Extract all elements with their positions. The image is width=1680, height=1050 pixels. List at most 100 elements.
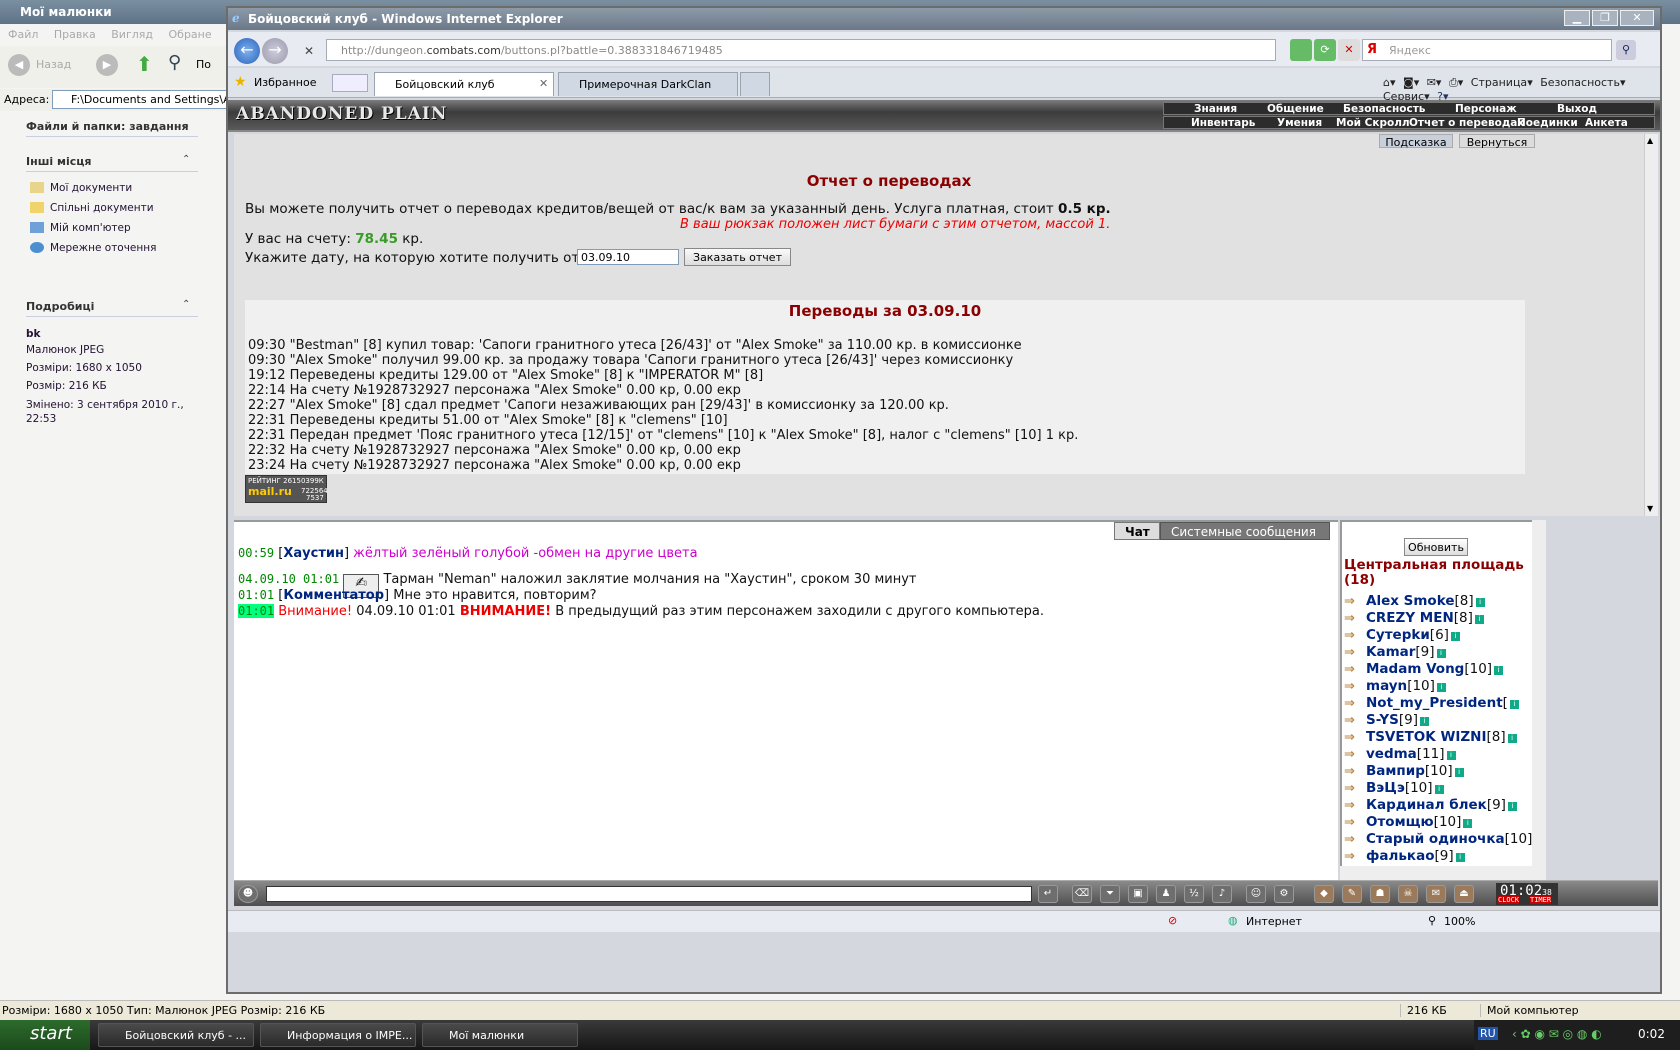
save-icon[interactable]: ▣ <box>1128 885 1148 903</box>
menu-my-scroll[interactable]: Мой Скролл <box>1336 117 1410 129</box>
info-icon[interactable]: i <box>1494 666 1504 675</box>
exit-icon[interactable]: ⏏ <box>1454 885 1474 903</box>
refresh-icon[interactable]: ⟳ <box>1314 39 1336 61</box>
date-input[interactable]: 03.09.10 <box>577 249 679 265</box>
sound-icon[interactable]: ♪ <box>1212 885 1232 903</box>
smiley-head-icon[interactable]: ☻ <box>238 885 258 903</box>
search-icon[interactable]: ⚲ <box>168 52 181 73</box>
explorer-menu-file[interactable]: Файл <box>8 28 38 41</box>
online-user[interactable]: ⇒ mayn[10] i <box>1344 678 1446 694</box>
address-input[interactable]: http://dungeon.combats.com/buttons.pl?ba… <box>326 39 1276 61</box>
menu-safety[interactable]: Безопасность <box>1540 76 1620 89</box>
back-button[interactable]: Вернуться <box>1459 134 1535 149</box>
private-message-icon[interactable]: ⇒ <box>1344 713 1366 728</box>
menu-knowledge[interactable]: Знания <box>1194 103 1237 115</box>
scroll-down-icon[interactable]: ▼ <box>1647 504 1653 513</box>
menu-social[interactable]: Общение <box>1267 103 1324 115</box>
forward-icon[interactable]: ▶ <box>96 54 118 76</box>
tray-clock[interactable]: 0:02 <box>1638 1027 1665 1041</box>
print-icon[interactable]: ⎙▾ <box>1449 76 1463 89</box>
refresh-button[interactable]: Обновить <box>1404 538 1468 556</box>
send-icon[interactable]: ↵ <box>1038 885 1058 903</box>
user-nick[interactable]: Cyтерkи <box>1366 627 1430 643</box>
info-icon[interactable]: i <box>1455 853 1465 862</box>
start-button[interactable]: start <box>0 1020 90 1050</box>
online-user[interactable]: ⇒ Not_my_President[i <box>1344 695 1519 711</box>
new-tab-button[interactable] <box>740 72 770 96</box>
info-icon[interactable]: i <box>1463 819 1473 828</box>
feeds-icon[interactable]: ◙▾ <box>1403 76 1419 89</box>
figure-icon[interactable]: ♟ <box>1156 885 1176 903</box>
place-my-documents[interactable]: Мої документи <box>30 182 132 194</box>
bag-icon[interactable]: ◆ <box>1314 885 1334 903</box>
chat-time[interactable]: 01:01 <box>238 588 274 602</box>
online-user[interactable]: ⇒ TSVETOK WIZNI[8] i <box>1344 729 1517 745</box>
scroll-up-icon[interactable]: ▲ <box>1647 136 1653 145</box>
online-user[interactable]: ⇒ Кардинал блек[9] i <box>1344 797 1517 813</box>
private-message-icon[interactable]: ⇒ <box>1344 611 1366 626</box>
menu-page[interactable]: Страница <box>1471 76 1527 89</box>
online-user[interactable]: ⇒ Отомщю[10] i <box>1344 814 1473 830</box>
mailru-counter[interactable]: РЕЙТИНГ 26150399К mail.ru 722564 7537 <box>245 475 328 503</box>
user-nick[interactable]: Отомщю <box>1366 814 1434 830</box>
online-user[interactable]: ⇒ CREZY MEN[8] i <box>1344 610 1484 626</box>
menu-inventory[interactable]: Инвентарь <box>1191 117 1255 129</box>
stop-icon[interactable]: ✕ <box>304 44 314 58</box>
info-icon[interactable]: i <box>1446 751 1456 760</box>
private-message-icon[interactable]: ⇒ <box>1344 764 1366 779</box>
user-nick[interactable]: Вампир <box>1366 763 1425 779</box>
tab-chat[interactable]: Чат <box>1114 522 1160 540</box>
info-icon[interactable]: i <box>1434 785 1444 794</box>
user-nick[interactable]: фалькао <box>1366 848 1434 864</box>
eraser-icon[interactable]: ⌫ <box>1072 885 1092 903</box>
maximize-icon[interactable]: ❐ <box>1592 10 1618 26</box>
info-icon[interactable]: i <box>1454 768 1464 777</box>
user-nick[interactable]: vedma <box>1366 746 1417 762</box>
private-message-icon[interactable]: ⇒ <box>1344 781 1366 796</box>
online-user[interactable]: ⇒ Kamar[9] i <box>1344 644 1446 660</box>
compat-view-icon[interactable] <box>1290 39 1312 61</box>
user-nick[interactable]: Кардинал блек <box>1366 797 1487 813</box>
user-nick[interactable]: Not_my_President <box>1366 695 1503 711</box>
online-user[interactable]: ⇒ фалькао[9] i <box>1344 848 1465 864</box>
back-icon[interactable]: ◀ <box>8 54 30 76</box>
taskbar-button-info[interactable]: Информация о IMPE... <box>260 1023 416 1047</box>
search-input[interactable]: Я Яндекс <box>1362 39 1612 61</box>
private-message-icon[interactable]: ⇒ <box>1344 832 1366 847</box>
info-icon[interactable]: i <box>1436 649 1446 658</box>
place-shared-documents[interactable]: Спільні документи <box>30 202 154 214</box>
address-input[interactable]: F:\Documents and Settings\A <box>52 90 232 109</box>
zoom-label[interactable]: 100% <box>1444 915 1475 928</box>
online-user[interactable]: ⇒Старый одиночка[10]i <box>1344 831 1532 847</box>
tab-fight-club[interactable]: Бойцовский клуб ✕ <box>374 72 554 96</box>
chat-time[interactable]: 01:01 <box>238 604 275 618</box>
private-message-icon[interactable]: ⇒ <box>1344 815 1366 830</box>
private-message-icon[interactable]: ⇒ <box>1344 747 1366 762</box>
tab-system-messages[interactable]: Системные сообщения <box>1160 522 1330 540</box>
favorites-label[interactable]: Избранное <box>254 76 316 89</box>
menu-character[interactable]: Персонаж <box>1455 103 1517 115</box>
info-icon[interactable]: i <box>1507 734 1517 743</box>
explorer-menu-fav[interactable]: Обране <box>169 28 212 41</box>
protected-mode-icon[interactable]: ⊘ <box>1168 914 1177 927</box>
info-icon[interactable]: i <box>1450 632 1460 641</box>
online-user[interactable]: ⇒ S-YS[9] i <box>1344 712 1429 728</box>
folder-up-icon[interactable]: ⬆ <box>136 52 153 76</box>
chat-options-icon[interactable]: ⚙ <box>1274 885 1294 903</box>
private-message-icon[interactable]: ⇒ <box>1344 730 1366 745</box>
mask-icon[interactable]: ☠ <box>1398 885 1418 903</box>
online-scrollbar[interactable] <box>1532 520 1546 866</box>
tab-darkclan[interactable]: Примерочная DarkClan <box>558 72 738 96</box>
private-message-icon[interactable]: ⇒ <box>1344 849 1366 864</box>
menu-skills[interactable]: Умения <box>1277 117 1322 129</box>
menu-transfer-report[interactable]: Отчет о переводах <box>1409 117 1524 129</box>
online-user[interactable]: ⇒ Alex Smoke[8] i <box>1344 593 1485 609</box>
online-hscrollbar[interactable] <box>1340 866 1546 880</box>
close-tab-icon[interactable]: ✕ <box>539 77 548 90</box>
info-icon[interactable]: i <box>1475 598 1485 607</box>
private-message-icon[interactable]: ⇒ <box>1344 798 1366 813</box>
chevron-up-icon[interactable]: ⌃ <box>182 154 190 165</box>
search-icon[interactable]: ⚲ <box>1616 40 1636 60</box>
mail-icon[interactable]: ✉▾ <box>1427 76 1442 89</box>
private-message-icon[interactable]: ⇒ <box>1344 679 1366 694</box>
